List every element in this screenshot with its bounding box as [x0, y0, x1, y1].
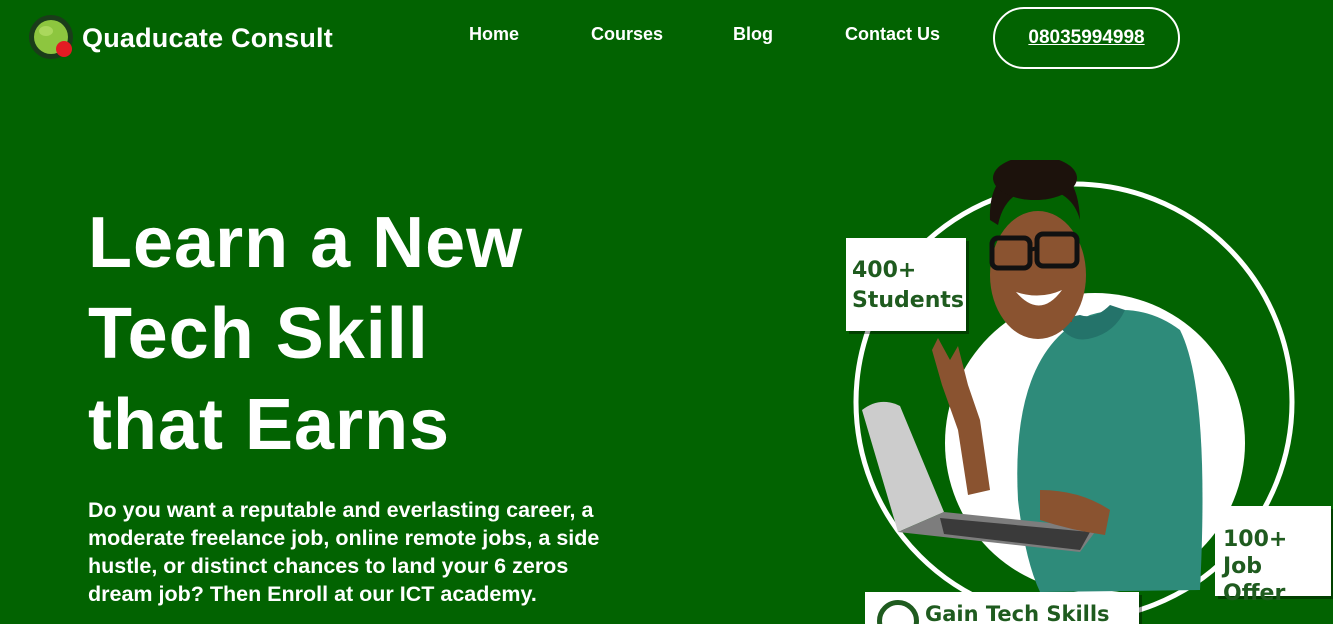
brand[interactable]: Quaducate Consult [28, 14, 333, 62]
phone-button[interactable]: 08035994998 [993, 7, 1180, 69]
ring-icon [877, 600, 919, 624]
brand-name[interactable]: Quaducate Consult [82, 23, 333, 54]
nav-contact-us[interactable]: Contact Us [845, 24, 940, 45]
tech-skills-badge: Gain Tech Skills [865, 592, 1139, 624]
headline-line-2: Tech Skill [88, 294, 429, 374]
nav-courses[interactable]: Courses [591, 24, 663, 45]
students-label: Students [852, 288, 964, 313]
brand-logo-icon[interactable] [28, 14, 76, 62]
job-offer-badge: 100+ Job Offer [1215, 506, 1331, 606]
students-badge: 400+ Students [846, 238, 966, 331]
headline-line-1: Learn a New [88, 203, 524, 283]
nav-blog[interactable]: Blog [733, 24, 773, 45]
hero-visual: 400+ Students 100+ Job Offer Gain Tech S… [840, 160, 1333, 624]
nav-home[interactable]: Home [469, 24, 519, 45]
tech-skills-label: Gain Tech Skills [925, 602, 1110, 624]
headline-line-3: that Earns [88, 385, 451, 465]
job-offer-count: 100+ [1223, 527, 1288, 552]
students-count: 400+ [852, 258, 917, 283]
hero-description: Do you want a reputable and everlasting … [88, 498, 600, 606]
hero-headline: Learn a New Tech Skill that Earns [88, 198, 523, 471]
job-offer-label: Job Offer [1223, 554, 1286, 606]
